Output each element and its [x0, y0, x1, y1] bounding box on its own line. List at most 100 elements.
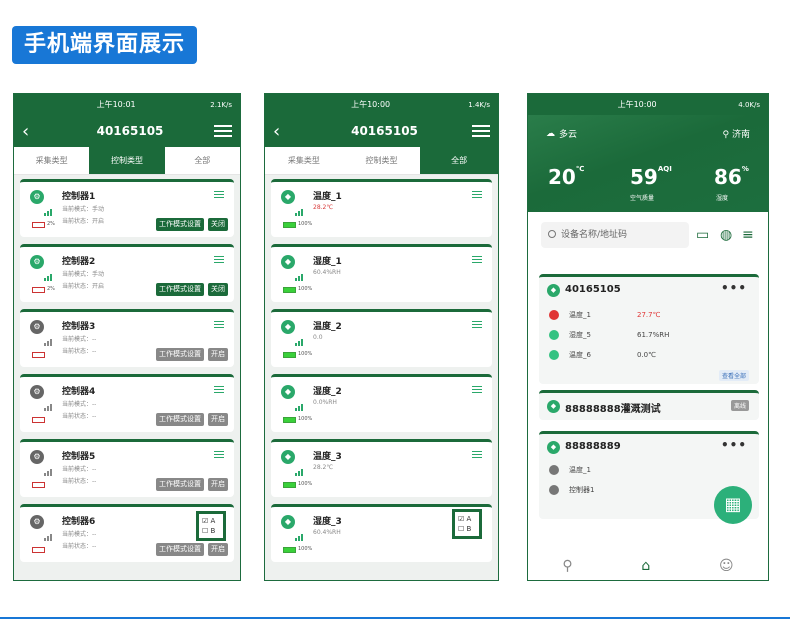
search-input[interactable]: 设备名称/地址码: [541, 222, 689, 248]
group-icon: ◆: [547, 284, 560, 297]
mode-text: 当前模式：--: [62, 336, 97, 343]
toggle-button[interactable]: 开启: [208, 413, 228, 426]
battery-level: 2%: [47, 286, 55, 292]
toggle-button[interactable]: 关闭: [208, 218, 228, 231]
home-icon[interactable]: ⌂: [641, 558, 650, 574]
more-icon[interactable]: •••: [721, 438, 747, 452]
status-bar: 上午10:01 2.1K/s: [14, 94, 240, 115]
device-group[interactable]: ◆ 88888888灌溉测试 离线: [539, 390, 759, 420]
sensor-name: 温度_2: [313, 322, 342, 332]
map-pin-icon[interactable]: ⚲: [562, 558, 572, 574]
menu-icon[interactable]: [472, 124, 490, 138]
group-row: 湿度_5 61.7%RH: [549, 330, 669, 340]
list-item[interactable]: ⚙ 2% 控制器1 当前模式：手动 当前状态：开启 工作模式设置 关闭: [20, 179, 234, 237]
view-all-button[interactable]: 查看全部: [718, 370, 749, 381]
group-row: 温度_1 27.7℃: [549, 310, 660, 320]
controller-icon: ⚙: [30, 515, 44, 529]
mode-setting-button[interactable]: 工作模式设置: [156, 478, 204, 491]
list-item[interactable]: ⚙ 控制器4 当前模式：-- 当前状态：-- 工作模式设置 开启: [20, 374, 234, 432]
status-dot: [549, 310, 559, 320]
list-item[interactable]: ⚙ 控制器3 当前模式：-- 当前状态：-- 工作模式设置 开启: [20, 309, 234, 367]
tab-all[interactable]: 全部: [420, 147, 498, 174]
tab-collect[interactable]: 采集类型: [14, 147, 89, 174]
bulb-icon[interactable]: ◍: [720, 227, 732, 243]
mode-text: 当前模式：--: [62, 466, 97, 473]
sensor-icon: ◆: [281, 190, 295, 204]
more-icon[interactable]: •••: [721, 281, 747, 295]
list-item[interactable]: ◆ 100% 湿度_2 0.0%RH: [271, 374, 492, 432]
state-text: 当前状态：--: [62, 478, 97, 485]
toggle-button[interactable]: 开启: [208, 348, 228, 361]
tab-bar: 采集类型 控制类型 全部: [265, 147, 498, 175]
list-icon[interactable]: [472, 321, 482, 329]
toggle-button[interactable]: 关闭: [208, 283, 228, 296]
mode-text: 当前模式：--: [62, 531, 97, 538]
state-text: 当前状态：开启: [62, 283, 105, 290]
battery-icon: [283, 417, 296, 423]
list-item[interactable]: ⚙ 控制器6 当前模式：-- 当前状态：-- 工作模式设置 开启 ☑ A ☐ B: [20, 504, 234, 562]
battery-icon: [32, 482, 45, 488]
status-time: 上午10:00: [617, 100, 657, 109]
mode-setting-button[interactable]: 工作模式设置: [156, 348, 204, 361]
list-icon[interactable]: [472, 256, 482, 264]
checkbox-a: ☑ A: [458, 515, 472, 523]
battery-icon: [283, 287, 296, 293]
controller-icon: ⚙: [30, 385, 44, 399]
device-group[interactable]: ◆ 40165105 ••• 温度_1 27.7℃ 湿度_5 61.7%RH 温度_…: [539, 274, 759, 384]
sensor-value: 60.4%RH: [313, 529, 341, 536]
header-title: 40165105: [96, 124, 164, 138]
signal-icon: [44, 533, 54, 541]
location[interactable]: ⚲ 济南: [723, 127, 750, 140]
mode-setting-button[interactable]: 工作模式设置: [156, 543, 204, 556]
menu-icon[interactable]: [214, 124, 232, 138]
list-item[interactable]: ◆ 100% 湿度_1 60.4%RH: [271, 244, 492, 302]
tab-control[interactable]: 控制类型: [89, 147, 165, 174]
folder-icon[interactable]: ▭: [696, 227, 709, 243]
tab-collect[interactable]: 采集类型: [265, 147, 343, 174]
battery-level: 100%: [298, 351, 313, 357]
list-item[interactable]: ◆ 100% 温度_3 28.2℃: [271, 439, 492, 497]
battery-icon: [32, 222, 45, 228]
list-item[interactable]: ◆ 100% 湿度_3 60.4%RH ☑ A ☐ B: [271, 504, 492, 562]
list-item[interactable]: ⚙ 2% 控制器2 当前模式：手动 当前状态：开启 工作模式设置 关闭: [20, 244, 234, 302]
header-title: 40165105: [351, 124, 418, 138]
dashboard-fab[interactable]: ▦: [714, 486, 752, 524]
list-icon[interactable]: [214, 256, 224, 264]
list-icon[interactable]: [214, 321, 224, 329]
list-icon[interactable]: [472, 451, 482, 459]
battery-icon: [32, 417, 45, 423]
mode-setting-button[interactable]: 工作模式设置: [156, 413, 204, 426]
device-name: 控制器2: [62, 257, 96, 267]
status-speed: 2.1K/s: [210, 100, 232, 109]
tab-all[interactable]: 全部: [165, 147, 240, 174]
list-icon[interactable]: [214, 451, 224, 459]
mode-setting-button[interactable]: 工作模式设置: [156, 283, 204, 296]
battery-icon: [283, 547, 296, 553]
list-icon[interactable]: [472, 191, 482, 199]
status-speed: 1.4K/s: [468, 100, 490, 109]
user-icon[interactable]: ☺: [719, 558, 734, 574]
status-dot: [549, 330, 559, 340]
checkbox-icon: ☑ A ☐ B: [196, 511, 226, 541]
back-icon[interactable]: ‹: [273, 121, 297, 142]
back-icon[interactable]: ‹: [22, 121, 46, 142]
list-item[interactable]: ◆ 100% 温度_1 28.2℃: [271, 179, 492, 237]
humidity-label: 湿度: [716, 195, 729, 202]
list-icon[interactable]: [214, 386, 224, 394]
list-item[interactable]: ⚙ 控制器5 当前模式：-- 当前状态：-- 工作模式设置 开启: [20, 439, 234, 497]
sensor-icon: ◆: [281, 515, 295, 529]
sensor-name: 温度_1: [313, 192, 342, 202]
mode-setting-button[interactable]: 工作模式设置: [156, 218, 204, 231]
phone-controller-view: 上午10:01 2.1K/s ‹ 40165105 采集类型 控制类型 全部 ⚙…: [13, 93, 241, 581]
humidity: 86%: [714, 165, 749, 189]
toggle-button[interactable]: 开启: [208, 543, 228, 556]
toggle-button[interactable]: 开启: [208, 478, 228, 491]
list-icon[interactable]: ≡: [742, 227, 754, 243]
tab-control[interactable]: 控制类型: [343, 147, 421, 174]
list-icon[interactable]: [214, 191, 224, 199]
signal-icon: [295, 403, 305, 411]
signal-icon: [295, 338, 305, 346]
list-icon[interactable]: [472, 386, 482, 394]
list-item[interactable]: ◆ 100% 温度_2 0.0: [271, 309, 492, 367]
signal-icon: [44, 273, 54, 281]
